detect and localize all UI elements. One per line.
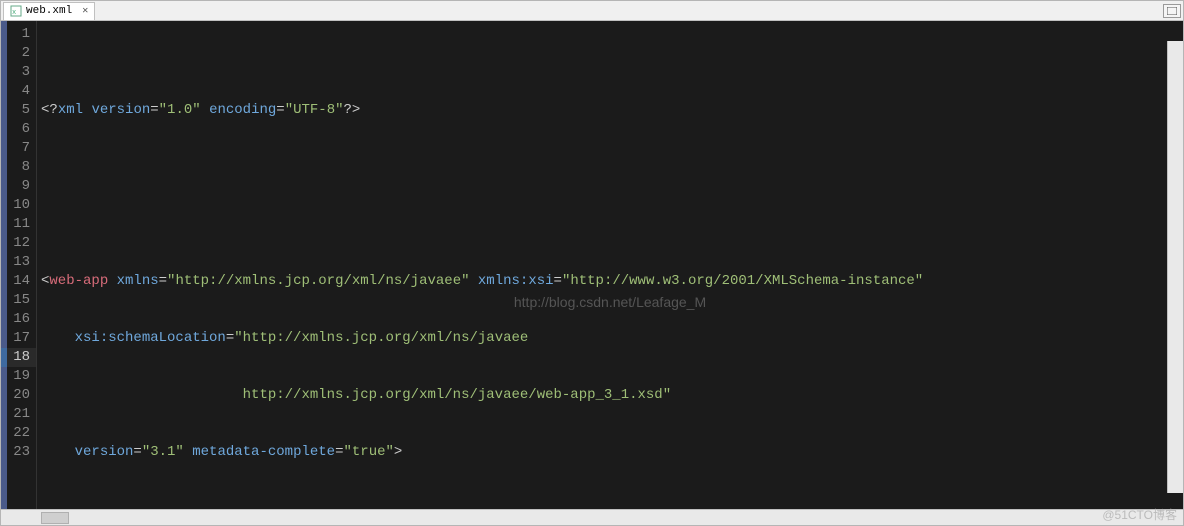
code-line: http://xmlns.jcp.org/xml/ns/javaee/web-a… (37, 386, 1183, 405)
editor-window: x web.xml ✕ 1234567891011121314151617181… (0, 0, 1184, 526)
tab-webxml[interactable]: x web.xml ✕ (3, 2, 95, 20)
maximize-icon (1167, 7, 1177, 15)
code-line: xsi:schemaLocation="http://xmlns.jcp.org… (37, 329, 1183, 348)
tab-bar: x web.xml ✕ (1, 1, 1183, 21)
vertical-scrollbar[interactable] (1167, 41, 1183, 493)
scrollbar-thumb[interactable] (41, 512, 69, 524)
breakpoint-marker[interactable] (1, 348, 7, 367)
maximize-button[interactable] (1163, 4, 1181, 18)
close-icon[interactable]: ✕ (82, 5, 88, 17)
code-area[interactable]: http://blog.csdn.net/Leafage_M <?xml ver… (37, 21, 1183, 509)
code-line (37, 500, 1183, 509)
horizontal-scrollbar[interactable] (1, 509, 1183, 525)
breakpoint-bar[interactable] (1, 21, 7, 509)
svg-text:x: x (12, 9, 16, 17)
code-editor[interactable]: 1234567891011121314151617181920212223 ht… (1, 21, 1183, 509)
watermark-text: http://blog.csdn.net/Leafage_M (37, 293, 1183, 312)
code-line: <?xml version="1.0" encoding="UTF-8"?> (37, 101, 1183, 120)
code-line (37, 158, 1183, 177)
code-line (37, 215, 1183, 234)
code-line: version="3.1" metadata-complete="true"> (37, 443, 1183, 462)
code-line: <web-app xmlns="http://xmlns.jcp.org/xml… (37, 272, 1183, 291)
tab-filename: web.xml (26, 5, 72, 17)
credit-text: @51CTO博客 (1102, 506, 1177, 523)
xml-file-icon: x (10, 5, 22, 17)
